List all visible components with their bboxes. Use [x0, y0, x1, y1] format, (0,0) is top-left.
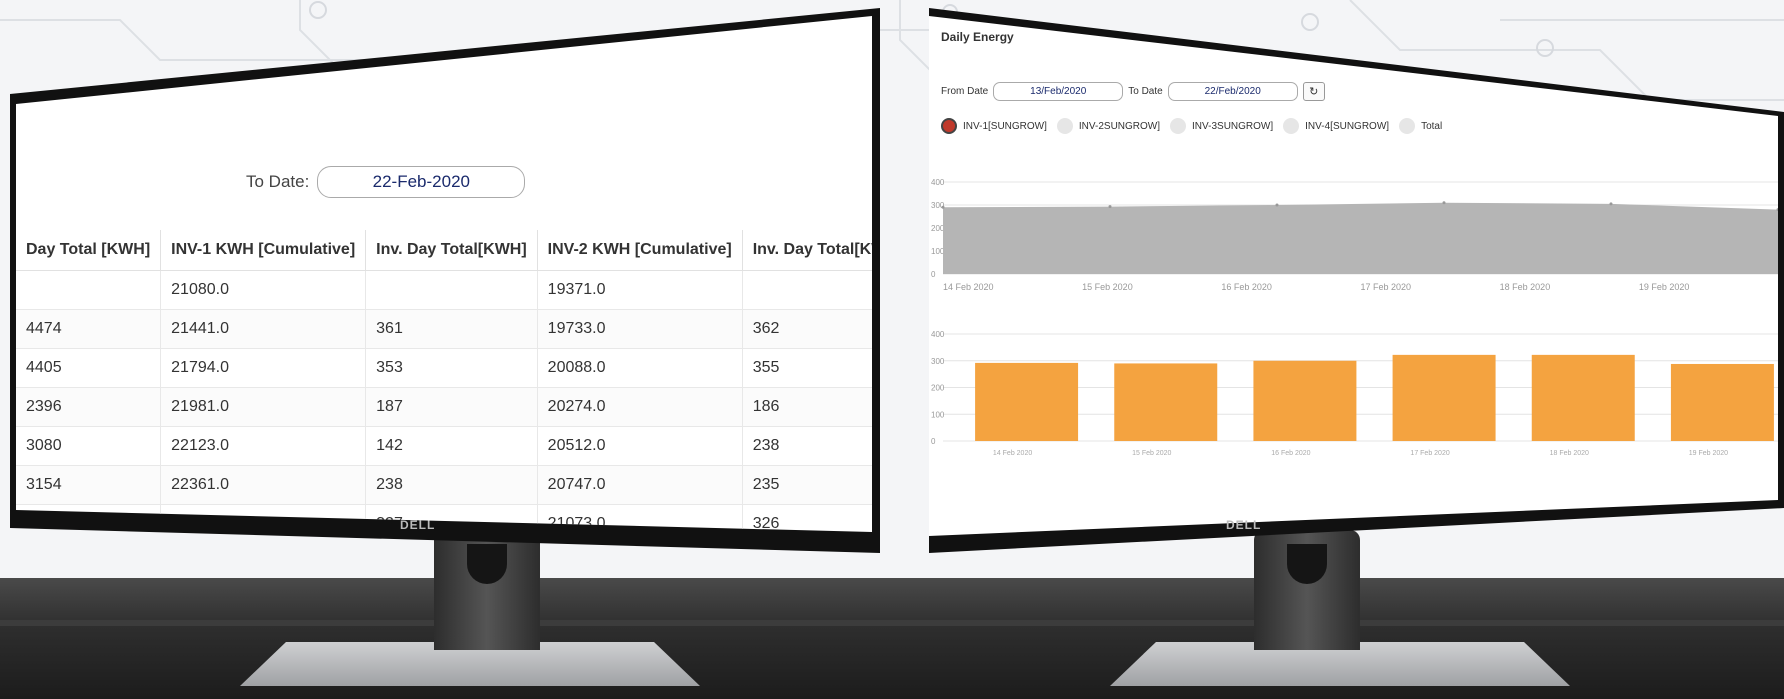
bar	[1531, 354, 1635, 441]
bar	[1253, 360, 1357, 441]
table-cell	[742, 270, 872, 310]
table-cell: 4474	[16, 309, 162, 349]
x-tick-label: 17 Feb 2020	[1410, 450, 1449, 457]
table-cell: 3080	[16, 426, 162, 466]
table-cell: 4405	[16, 348, 162, 388]
table-cell: 362	[742, 309, 872, 349]
monitor-stand-neck-left	[434, 530, 540, 650]
y-tick-label: 200	[931, 384, 945, 393]
table-cell: 326	[742, 504, 872, 532]
table-cell: 21080.0	[160, 270, 367, 310]
table-row: 2396 21981.0 187 20274.0 186	[16, 387, 872, 427]
y-tick-label: 400	[931, 330, 945, 339]
column-header[interactable]: Inv. Day Total[KWH]	[365, 230, 538, 271]
table-cell: 2396	[16, 387, 162, 427]
desk-edge	[0, 620, 1784, 626]
table-cell: 142	[365, 426, 538, 466]
column-header[interactable]: Inv. Day Total[KWH	[742, 230, 872, 271]
to-date-input[interactable]: 22-Feb-2020	[317, 166, 526, 198]
table-cell: 3154	[16, 465, 162, 505]
table-cell: 353	[365, 348, 538, 388]
column-header[interactable]: INV-1 KWH [Cumulative]	[160, 230, 367, 271]
bar	[1114, 363, 1218, 441]
table-cell: 21794.0	[160, 348, 367, 388]
table-cell: 21981.0	[160, 387, 367, 427]
bar	[975, 362, 1079, 441]
bar	[1670, 363, 1774, 441]
table-cell: 238	[742, 426, 872, 466]
table-row: 3080 22123.0 142 20512.0 238	[16, 426, 872, 466]
table-cell: 20512.0	[537, 426, 743, 466]
x-tick-label: 18 Feb 2020	[1550, 450, 1589, 457]
table-row: 3154 22361.0 238 20747.0 235	[16, 465, 872, 505]
x-tick-label: 14 Feb 2020	[993, 450, 1032, 457]
table-cell: 22123.0	[160, 426, 367, 466]
table-cell: 19371.0	[537, 270, 743, 310]
x-tick-label: 15 Feb 2020	[1132, 450, 1171, 457]
energy-table: Day Total [KWH] INV-1 KWH [Cumulative] I…	[16, 230, 872, 532]
table-row: 21080.0 19371.0	[16, 270, 872, 310]
y-tick-label: 300	[931, 357, 945, 366]
table-cell: 186	[742, 387, 872, 427]
table-cell: 20747.0	[537, 465, 743, 505]
left-monitor-screen: To Date: 22-Feb-2020 Day Total [KWH] INV…	[16, 16, 872, 532]
x-tick-label: 16 Feb 2020	[1271, 450, 1310, 457]
table-cell: 361	[365, 309, 538, 349]
bar	[1392, 354, 1496, 441]
table-cell: 19733.0	[537, 309, 743, 349]
table-row: 4405 21794.0 353 20088.0 355	[16, 348, 872, 388]
table-cell: 21441.0	[160, 309, 367, 349]
table-row: 4474 21441.0 361 19733.0 362	[16, 309, 872, 349]
table-cell: 235	[742, 465, 872, 505]
monitor-brand-logo-left: DELL	[400, 518, 436, 532]
y-tick-label: 100	[931, 410, 945, 419]
y-tick-label: 0	[931, 437, 936, 446]
table-header-row: Day Total [KWH] INV-1 KWH [Cumulative] I…	[16, 230, 872, 271]
to-date-label: To Date:	[246, 172, 310, 191]
column-header[interactable]: Day Total [KWH]	[16, 230, 162, 271]
monitor-stand-neck-right	[1254, 530, 1360, 650]
table-cell: 355	[742, 348, 872, 388]
table-cell: 20274.0	[537, 387, 743, 427]
table-cell: 238	[365, 465, 538, 505]
table-cell	[16, 270, 162, 310]
monitor-brand-logo-right: DELL	[1226, 518, 1262, 532]
table-cell	[365, 270, 538, 310]
column-header[interactable]: INV-2 KWH [Cumulative]	[537, 230, 743, 271]
x-tick-label: 19 Feb 2020	[1689, 450, 1728, 457]
table-cell: 187	[365, 387, 538, 427]
to-date-filter: To Date: 22-Feb-2020	[246, 166, 526, 198]
table-cell: 22361.0	[160, 465, 367, 505]
table-cell: 20088.0	[537, 348, 743, 388]
